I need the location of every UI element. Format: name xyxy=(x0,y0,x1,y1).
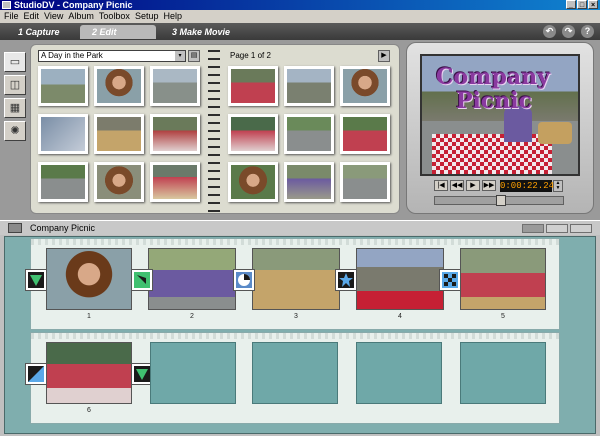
titles-tab-icon[interactable]: ▦ xyxy=(4,98,26,118)
clip-number: 5 xyxy=(501,313,505,320)
album-scene-thumbnail[interactable] xyxy=(284,66,334,106)
video-scenes-tab-icon[interactable]: ▭ xyxy=(4,52,26,72)
album-scene-thumbnail[interactable] xyxy=(340,162,390,202)
tab-make-movie[interactable]: 3 Make Movie xyxy=(160,25,250,39)
project-title: Company Picnic xyxy=(30,223,96,233)
clip-number: 3 xyxy=(294,313,298,320)
transition-triangle-icon[interactable] xyxy=(132,364,152,384)
play-button[interactable]: ▶ xyxy=(466,180,480,191)
menu-edit[interactable]: Edit xyxy=(24,10,45,23)
album-section-value: A Day in the Park xyxy=(41,51,103,60)
undo-icon[interactable]: ↶ xyxy=(543,25,556,38)
empty-clip-slot[interactable] xyxy=(460,342,546,404)
album-spiral-binding xyxy=(208,46,220,212)
maximize-button[interactable]: □ xyxy=(577,0,587,9)
storyboard-clip[interactable] xyxy=(148,248,236,310)
mode-tabbar: 1 Capture 2 Edit 3 Make Movie ↶ ↷ ? xyxy=(0,23,600,40)
fast-forward-button[interactable]: ▶▶ xyxy=(482,180,496,191)
album-scene-thumbnail[interactable] xyxy=(340,114,390,154)
menu-album[interactable]: Album xyxy=(68,10,99,23)
empty-clip-slot[interactable] xyxy=(356,342,442,404)
next-page-button[interactable]: ▶ xyxy=(378,50,390,62)
album-scene-thumbnail[interactable] xyxy=(38,162,88,202)
close-button[interactable]: × xyxy=(588,0,598,9)
album-section-select[interactable]: A Day in the Park ▾ xyxy=(38,50,186,62)
transition-triangle-icon[interactable] xyxy=(26,270,46,290)
album-scene-thumbnail[interactable] xyxy=(94,66,144,106)
storyboard-clip[interactable] xyxy=(46,342,132,404)
minimize-button[interactable]: _ xyxy=(566,0,576,9)
album-scene-thumbnail[interactable] xyxy=(38,114,88,154)
picnic-table-image xyxy=(432,134,552,174)
title-overlay-line2: Picnic xyxy=(456,88,533,114)
movie-window-icon xyxy=(8,223,22,233)
scrubber-handle[interactable] xyxy=(496,195,506,206)
redo-icon[interactable]: ↷ xyxy=(562,25,575,38)
transition-wipe-icon[interactable] xyxy=(132,270,152,290)
album-scene-thumbnail[interactable] xyxy=(284,114,334,154)
empty-clip-slot[interactable] xyxy=(252,342,338,404)
album-scene-thumbnail[interactable] xyxy=(150,162,200,202)
menu-setup[interactable]: Setup xyxy=(135,10,164,23)
transport-controls: |◀ ◀◀ ▶ ▶▶ xyxy=(434,180,496,191)
menu-help[interactable]: Help xyxy=(163,10,187,23)
album-scene-thumbnail[interactable] xyxy=(150,66,200,106)
album-scene-thumbnail[interactable] xyxy=(228,114,278,154)
effects-tab-icon[interactable]: ✺ xyxy=(4,121,26,141)
timecode-display[interactable]: 0:00:22.24 xyxy=(500,180,554,192)
album-scene-thumbnail[interactable] xyxy=(150,114,200,154)
timecode-spinner-icon[interactable]: ▲ ▼ xyxy=(553,180,563,192)
album-page-label: Page 1 of 2 xyxy=(230,51,271,60)
clip-number: 1 xyxy=(87,313,91,320)
transitions-tab-icon[interactable]: ◫ xyxy=(4,75,26,95)
storyboard-view-icon[interactable] xyxy=(522,224,544,233)
help-icon[interactable]: ? xyxy=(581,25,594,38)
album-scene-thumbnail[interactable] xyxy=(284,162,334,202)
menu-view[interactable]: View xyxy=(44,10,68,23)
album-scene-thumbnail[interactable] xyxy=(94,114,144,154)
storyboard-clip[interactable] xyxy=(356,248,444,310)
app-icon[interactable] xyxy=(2,1,11,9)
transition-clock-icon[interactable] xyxy=(234,270,254,290)
storyboard-clip[interactable] xyxy=(460,248,546,310)
chevron-down-icon[interactable]: ▾ xyxy=(175,51,185,61)
album-scene-thumbnail[interactable] xyxy=(38,66,88,106)
window-title: StudioDV - Company Picnic xyxy=(14,0,133,10)
storyboard-clip[interactable] xyxy=(46,248,132,310)
tab-edit[interactable]: 2 Edit xyxy=(80,25,156,39)
menu-file[interactable]: File xyxy=(4,10,24,23)
transition-corner-wipe-icon[interactable] xyxy=(26,364,46,384)
transition-star-icon[interactable] xyxy=(336,270,356,290)
go-to-start-button[interactable]: |◀ xyxy=(434,180,448,191)
rewind-button[interactable]: ◀◀ xyxy=(450,180,464,191)
empty-clip-slot[interactable] xyxy=(150,342,236,404)
album-scene-thumbnail[interactable] xyxy=(228,66,278,106)
clip-number: 2 xyxy=(190,313,194,320)
transition-dissolve-icon[interactable] xyxy=(440,270,460,290)
tab-capture[interactable]: 1 Capture xyxy=(6,25,76,39)
preview-screen[interactable]: Company Picnic xyxy=(420,54,580,176)
title-overlay-line1: Company xyxy=(436,64,550,90)
menu-toolbox[interactable]: Toolbox xyxy=(99,10,135,23)
storyboard-clip[interactable] xyxy=(252,248,340,310)
album-side-tabs: ▭ ◫ ▦ ✺ xyxy=(4,52,28,144)
text-view-icon[interactable] xyxy=(570,224,592,233)
storyboard-header: Company Picnic xyxy=(0,220,600,235)
album-scene-thumbnail[interactable] xyxy=(340,66,390,106)
clip-number: 6 xyxy=(87,407,91,414)
title-bar: StudioDV - Company Picnic _ □ × xyxy=(0,0,600,10)
clip-number: 4 xyxy=(398,313,402,320)
basket-image xyxy=(538,122,572,144)
album-scene-thumbnail[interactable] xyxy=(228,162,278,202)
album-options-button[interactable]: ▤ xyxy=(188,50,200,62)
timeline-view-icon[interactable] xyxy=(546,224,568,233)
menu-bar: File Edit View Album Toolbox Setup Help xyxy=(0,10,600,23)
album-scene-thumbnail[interactable] xyxy=(94,162,144,202)
